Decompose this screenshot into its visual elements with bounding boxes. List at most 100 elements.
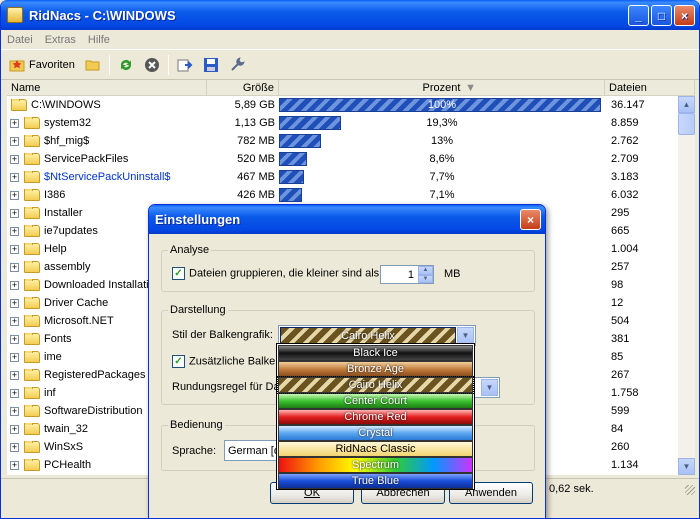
scroll-up-icon[interactable]: ▲ <box>678 96 695 113</box>
chevron-down-icon[interactable]: ▼ <box>481 379 498 396</box>
table-row[interactable]: + $NtServicePackUninstall$ 467 MB 7,7% 3.183 <box>7 168 678 186</box>
expand-icon[interactable]: + <box>10 334 19 344</box>
table-row[interactable]: + $hf_mig$ 782 MB 13% 2.762 <box>7 132 678 150</box>
style-option[interactable]: Chrome Red <box>278 409 473 425</box>
style-option[interactable]: Spectrum <box>278 457 473 473</box>
folder-icon <box>24 225 40 237</box>
rounding-select[interactable]: ▼ <box>472 377 500 398</box>
style-option[interactable]: True Blue <box>278 473 473 489</box>
resize-grip-icon[interactable] <box>685 485 695 495</box>
favorites-button[interactable]: Favoriten <box>7 53 77 77</box>
expand-icon[interactable]: + <box>10 190 19 200</box>
table-row[interactable]: + I386 426 MB 7,1% 6.032 <box>7 186 678 204</box>
group-files-option[interactable]: ✓ Dateien gruppieren, die kleiner sind al… <box>172 267 382 280</box>
expand-icon[interactable]: + <box>10 424 19 434</box>
style-option[interactable]: Black Ice <box>278 345 473 361</box>
expand-icon[interactable]: + <box>10 460 19 470</box>
export-icon <box>177 57 193 73</box>
expand-icon[interactable]: + <box>10 118 19 128</box>
maximize-button[interactable]: □ <box>651 5 672 26</box>
expand-icon[interactable]: + <box>10 136 19 146</box>
size-stepper-value[interactable]: 1 <box>381 266 418 283</box>
open-folder-button[interactable] <box>83 53 103 77</box>
row-size: 426 MB <box>237 189 275 201</box>
menu-bar: Datei Extras Hilfe <box>1 30 699 50</box>
export-button[interactable] <box>175 53 195 77</box>
stepper-down-icon[interactable]: ▼ <box>418 274 433 283</box>
style-option[interactable]: Crystal <box>278 425 473 441</box>
expand-icon[interactable]: + <box>10 406 19 416</box>
scroll-down-icon[interactable]: ▼ <box>678 458 695 475</box>
row-name: Driver Cache <box>44 297 109 309</box>
stop-button[interactable] <box>142 53 162 77</box>
expand-icon[interactable]: + <box>10 388 19 398</box>
extra-bars-option[interactable]: ✓ Zusätzliche Balken <box>172 355 281 368</box>
language-value: German [d <box>228 444 280 457</box>
style-option[interactable]: Center Court <box>278 393 473 409</box>
save-icon <box>203 57 219 73</box>
style-option[interactable]: Cairo Helix <box>277 376 474 394</box>
column-percent[interactable]: Prozent ▼ <box>279 80 605 95</box>
column-files[interactable]: Dateien <box>605 80 695 95</box>
size-stepper[interactable]: 1 ▲ ▼ <box>380 265 434 284</box>
display-group-label: Darstellung <box>168 304 228 316</box>
row-name: $NtServicePackUninstall$ <box>44 171 171 183</box>
refresh-button[interactable] <box>116 53 136 77</box>
style-option[interactable]: Bronze Age <box>278 361 473 377</box>
size-unit: MB <box>444 268 461 280</box>
row-name: assembly <box>44 261 91 273</box>
chevron-down-icon[interactable]: ▼ <box>457 327 474 344</box>
row-name: Help <box>44 243 67 255</box>
table-row[interactable]: C:\WINDOWS 5,89 GB 100% 36.147 <box>7 96 678 114</box>
expand-icon[interactable]: + <box>10 262 19 272</box>
expand-icon[interactable]: + <box>10 280 19 290</box>
column-size[interactable]: Größe <box>207 80 279 95</box>
expand-icon[interactable]: + <box>10 298 19 308</box>
menu-extras[interactable]: Extras <box>45 34 76 46</box>
folder-icon <box>24 261 40 273</box>
row-name: ime <box>44 351 62 363</box>
row-percent-cell: 8,6% <box>279 151 605 167</box>
close-button[interactable]: × <box>674 5 695 26</box>
save-button[interactable] <box>201 53 221 77</box>
row-percent: 13% <box>430 135 454 147</box>
menu-datei[interactable]: Datei <box>7 34 33 46</box>
bar-style-dropdown[interactable]: Black Ice Bronze Age Cairo Helix Center Cou… <box>276 343 475 490</box>
expand-icon[interactable]: + <box>10 442 19 452</box>
table-row[interactable]: + system32 1,13 GB 19,3% 8.859 <box>7 114 678 132</box>
expand-icon[interactable]: + <box>10 352 19 362</box>
title-bar: RidNacs - C:\WINDOWS _ □ × <box>1 0 699 30</box>
row-files: 260 <box>611 441 630 453</box>
row-files: 85 <box>611 351 624 363</box>
expand-icon[interactable]: + <box>10 244 19 254</box>
extra-bars-checkbox[interactable]: ✓ <box>172 355 185 368</box>
expand-icon[interactable]: + <box>10 226 19 236</box>
column-name[interactable]: Name <box>7 80 207 95</box>
style-option[interactable]: RidNacs Classic <box>278 441 473 457</box>
group-files-checkbox[interactable]: ✓ <box>172 267 185 280</box>
settings-button[interactable] <box>227 53 247 77</box>
row-name: Fonts <box>44 333 72 345</box>
minimize-button[interactable]: _ <box>628 5 649 26</box>
scroll-thumb[interactable] <box>678 113 695 135</box>
toolbar-separator <box>108 54 110 75</box>
expand-icon[interactable]: + <box>10 370 19 380</box>
expand-icon[interactable]: + <box>10 208 19 218</box>
row-files: 267 <box>611 369 630 381</box>
row-files: 2.709 <box>611 153 639 165</box>
expand-icon[interactable]: + <box>10 154 19 164</box>
expand-icon[interactable]: + <box>10 316 19 326</box>
row-name-cell: + I386 <box>7 189 207 201</box>
row-files: 12 <box>611 297 624 309</box>
menu-hilfe[interactable]: Hilfe <box>88 34 110 46</box>
vertical-scrollbar[interactable]: ▲ ▼ <box>678 96 695 475</box>
expand-icon[interactable]: + <box>10 172 19 182</box>
stepper-up-icon[interactable]: ▲ <box>418 266 433 275</box>
row-percent-cell: 7,7% <box>279 169 605 185</box>
dialog-close-button[interactable]: × <box>520 209 541 230</box>
row-files: 2.762 <box>611 135 639 147</box>
row-files: 504 <box>611 315 630 327</box>
row-name: RegisteredPackages <box>44 369 146 381</box>
table-row[interactable]: + ServicePackFiles 520 MB 8,6% 2.709 <box>7 150 678 168</box>
bar-style-preview[interactable]: Cairo Helix <box>280 327 456 344</box>
